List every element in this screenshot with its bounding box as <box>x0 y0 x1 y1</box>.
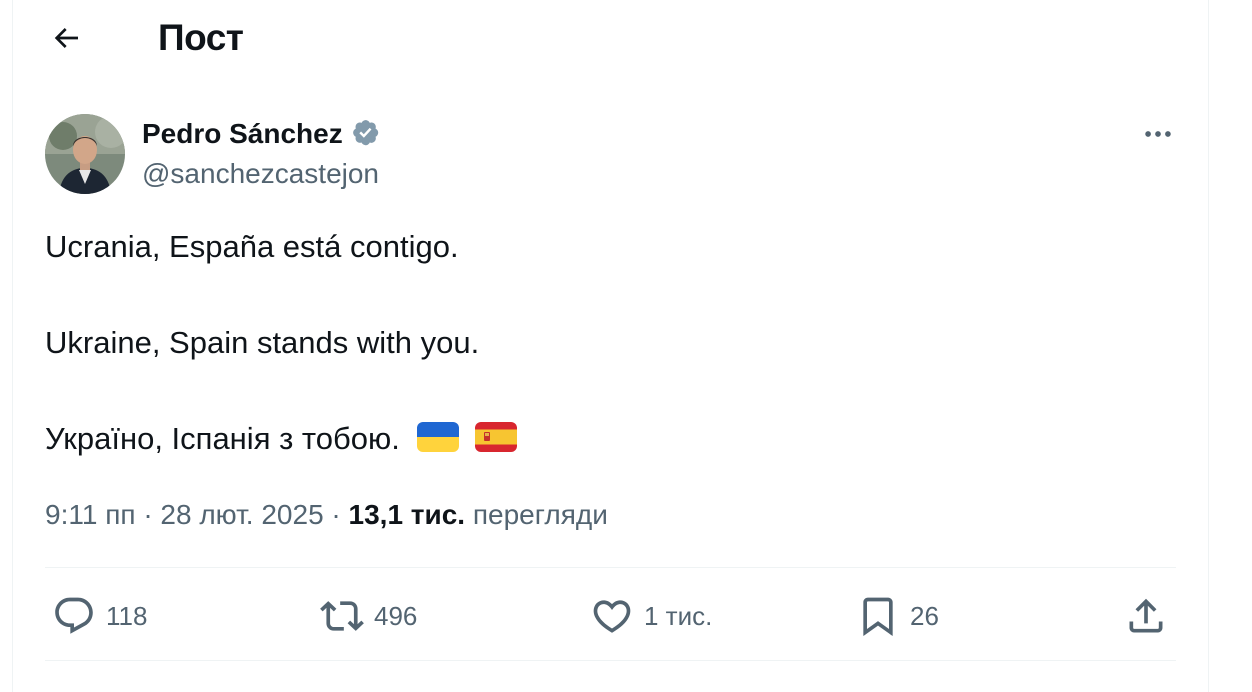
repost-icon <box>320 601 364 631</box>
author-handle[interactable]: @sanchezcastejon <box>142 156 379 192</box>
like-button[interactable]: 1 тис. <box>590 592 712 640</box>
avatar-image <box>45 114 125 194</box>
arrow-left-icon <box>54 28 78 48</box>
like-count: 1 тис. <box>644 600 713 631</box>
post-date[interactable]: 28 лют. 2025 <box>160 499 323 530</box>
repost-button[interactable]: 496 <box>320 592 417 640</box>
post-text-line: Ucrania, España está contigo. <box>45 229 459 264</box>
meta-separator: · <box>143 499 153 530</box>
author-name-text: Pedro Sánchez <box>142 118 343 149</box>
share-icon <box>1129 598 1163 633</box>
post-metadata: 9:11 пп · 28 лют. 2025 · 13,1 тис. перег… <box>45 497 608 533</box>
author-name[interactable]: Pedro Sánchez <box>142 116 383 152</box>
spain-flag-icon <box>475 422 518 452</box>
post-text-line: Ukraine, Spain stands with you. <box>45 325 480 360</box>
back-button[interactable] <box>42 14 90 62</box>
views-label: перегляди <box>472 499 608 530</box>
share-button[interactable] <box>1124 592 1168 640</box>
meta-separator: · <box>331 499 341 530</box>
post-time[interactable]: 9:11 пп <box>45 499 136 530</box>
more-options-button[interactable] <box>1136 112 1180 156</box>
bookmark-button[interactable]: 26 <box>856 592 939 640</box>
repost-count: 496 <box>374 600 418 631</box>
heart-icon <box>593 600 631 633</box>
page-title: Пост <box>158 17 244 58</box>
reply-count: 118 <box>106 600 148 631</box>
bookmark-count: 26 <box>910 600 939 631</box>
reply-icon <box>55 597 93 634</box>
divider <box>45 567 1176 568</box>
post-text: Україно, Іспанія з тобою. <box>45 421 400 456</box>
reply-button[interactable]: 118 <box>52 592 147 640</box>
post-text-line-with-flags: Україно, Іспанія з тобою. <box>45 419 518 459</box>
views-count: 13,1 тис. <box>348 499 466 530</box>
bookmark-icon <box>863 597 893 637</box>
avatar[interactable] <box>45 114 125 194</box>
ukraine-flag-icon <box>416 422 459 452</box>
verified-badge-icon[interactable] <box>351 118 383 150</box>
more-dots-icon <box>1145 131 1171 137</box>
divider <box>45 660 1176 661</box>
